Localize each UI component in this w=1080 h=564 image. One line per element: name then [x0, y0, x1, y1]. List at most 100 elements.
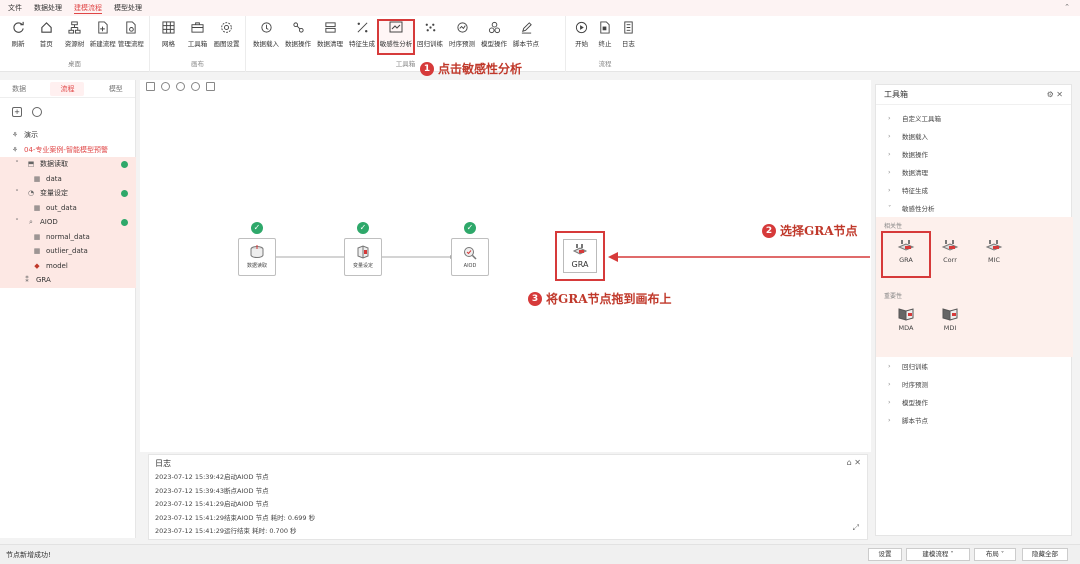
ribbon-group-title: 桌面: [68, 60, 81, 68]
data-operation-icon: [291, 20, 306, 35]
collapse-icon[interactable]: ⌃: [1064, 3, 1070, 11]
menu-data-processing[interactable]: 数据处理: [34, 3, 62, 13]
tree-root[interactable]: ⚘ 演示: [0, 128, 136, 143]
layout-dropdown[interactable]: 布局 ˅: [974, 548, 1016, 561]
start-button[interactable]: 开始: [570, 20, 593, 54]
toolbox-category-sensitivity[interactable]: ˅ 敏感性分析: [876, 199, 1071, 217]
toolbox-category-data-clean[interactable]: › 数据清理: [876, 163, 1071, 181]
toolbox-category-regression[interactable]: › 回归训练: [876, 357, 1073, 375]
tree-project[interactable]: ⚘ 04-专业案例-智能模型预警: [0, 143, 136, 158]
chevron-down-icon: ˅: [15, 160, 19, 169]
tab-flow[interactable]: 流程: [50, 81, 85, 96]
pen-icon: [519, 20, 534, 35]
stop-button[interactable]: 终止: [593, 20, 616, 54]
toolbox-category-feature-generation[interactable]: › 特征生成: [876, 181, 1071, 199]
chevron-right-icon: ›: [888, 150, 891, 158]
tool-gra[interactable]: GRA: [889, 239, 923, 264]
ribbon-group-desktop: 刷新 首页 资源树 新建流程 管理流程 桌面: [0, 16, 150, 72]
chevron-right-icon: ›: [888, 362, 891, 370]
grid-button[interactable]: 网格: [154, 20, 183, 54]
tree-node-variable-setting[interactable]: ˅ ◔ 变量设定: [0, 186, 136, 201]
node-gra[interactable]: GRA: [563, 239, 597, 273]
toolbox-button[interactable]: 工具箱: [183, 20, 212, 54]
tool-mdi[interactable]: MDI: [933, 307, 967, 332]
new-flow-button[interactable]: 新建流程: [89, 20, 117, 54]
status-ok-icon: ✓: [357, 222, 369, 234]
section-label-correlation: 相关性: [884, 223, 903, 230]
tree-node-gra[interactable]: ⁑ GRA: [0, 273, 136, 288]
tab-model[interactable]: 模型: [109, 84, 123, 94]
annotation-step3: 3 将GRA节点拖到画布上: [528, 290, 672, 307]
tree-output-model[interactable]: ◆ model: [0, 258, 136, 273]
flow-tree: ⚘ 演示 ⚘ 04-专业案例-智能模型预警 ˅ ⬒ 数据读取 ▦ data ˅ ◔ 变量设定 …: [0, 128, 136, 288]
tree-node-data-read[interactable]: ˅ ⬒ 数据读取: [0, 157, 136, 172]
script-node-button[interactable]: 脚本节点: [510, 20, 542, 54]
node-data-read[interactable]: 数据读取: [238, 238, 276, 276]
flow-canvas[interactable]: ✓ 数据读取 ✓ 变量设定 ✓ AIOD GRA: [140, 80, 871, 452]
toolbox-category-script[interactable]: › 脚本节点: [876, 411, 1073, 429]
clear-log-icon[interactable]: ⌂: [847, 458, 852, 467]
chevron-down-icon: ˅: [950, 550, 954, 558]
expand-icon[interactable]: ⤢: [853, 523, 859, 533]
tree-node-aiod[interactable]: ˅ ⌕ AIOD: [0, 215, 136, 230]
chevron-down-icon: ˅: [15, 218, 19, 227]
node-aiod[interactable]: AIOD: [451, 238, 489, 276]
data-clean-icon: [323, 20, 338, 35]
settings-icon[interactable]: [32, 107, 42, 117]
gra-icon: [897, 240, 915, 251]
node-gra-highlight[interactable]: GRA: [555, 231, 605, 281]
menu-modeling-flow[interactable]: 建模流程: [74, 3, 102, 14]
status-ok-icon: [121, 160, 128, 168]
drag-arrowhead: [608, 252, 618, 262]
tree-output-data[interactable]: ▦ data: [0, 171, 136, 186]
variable-icon: [357, 245, 369, 259]
tool-corr[interactable]: Corr: [933, 239, 967, 264]
close-icon[interactable]: ✕: [1056, 90, 1063, 99]
toolbox-category-time-series[interactable]: › 时序预测: [876, 375, 1073, 393]
regression-training-button[interactable]: 回归训练: [414, 20, 446, 54]
feature-generation-button[interactable]: 特征生成: [346, 20, 378, 54]
annotation-step2: 2 选择GRA节点: [762, 222, 858, 239]
data-load-button[interactable]: 数据载入: [250, 20, 282, 54]
gear-icon[interactable]: ⚙: [1047, 90, 1054, 99]
log-line: 2023-07-12 15:39:42启动AIOD 节点: [155, 473, 269, 481]
resource-tree-button[interactable]: 资源树: [60, 20, 88, 54]
home-button[interactable]: 首页: [32, 20, 60, 54]
refresh-button[interactable]: 刷新: [4, 20, 32, 54]
hide-all-button[interactable]: 隐藏全部: [1022, 548, 1068, 561]
tree-output-normal-data[interactable]: ▦ normal_data: [0, 229, 136, 244]
toolbox-category-data-operation[interactable]: › 数据操作: [876, 145, 1071, 163]
toolbox-icon: [190, 20, 205, 35]
drawing-settings-button[interactable]: 画图设置: [212, 20, 241, 54]
grid-icon: [161, 20, 176, 35]
log-panel: 日志 ⌂ ✕ 2023-07-12 15:39:42启动AIOD 节点 2023…: [148, 454, 868, 540]
mdi-icon: [942, 308, 958, 321]
tree-output-outlier-data[interactable]: ▦ outlier_data: [0, 244, 136, 259]
tree-output-out-data[interactable]: ▦ out_data: [0, 200, 136, 215]
log-actions: ⌂ ✕: [847, 458, 861, 468]
ribbon-group-canvas: 网格 工具箱 画图设置 画布: [150, 16, 246, 72]
toolbox-title: 工具箱: [884, 90, 908, 99]
chevron-down-icon: ˅: [15, 189, 19, 198]
time-series-forecast-button[interactable]: 时序预测: [446, 20, 478, 54]
tool-mda[interactable]: MDA: [889, 307, 923, 332]
data-operation-button[interactable]: 数据操作: [282, 20, 314, 54]
modeling-flow-dropdown[interactable]: 建模流程 ˅: [906, 548, 970, 561]
tool-mic[interactable]: MIC: [977, 239, 1011, 264]
add-icon[interactable]: +: [12, 107, 22, 117]
menu-model-processing[interactable]: 模型处理: [114, 3, 142, 13]
data-clean-button[interactable]: 数据清理: [314, 20, 346, 54]
log-button[interactable]: 日志: [617, 20, 640, 54]
toolbox-category-model-operation[interactable]: › 模型操作: [876, 393, 1073, 411]
settings-button[interactable]: 设置: [868, 548, 902, 561]
menu-file[interactable]: 文件: [8, 3, 22, 13]
close-icon[interactable]: ✕: [854, 458, 861, 467]
sensitivity-analysis-button[interactable]: 敏感性分析: [377, 19, 415, 55]
manage-flow-button[interactable]: 管理流程: [117, 20, 145, 54]
ribbon-group-flow: 开始 终止 日志 流程: [566, 16, 644, 72]
toolbox-category-custom[interactable]: › 自定义工具箱: [876, 109, 1071, 127]
node-variable-setting[interactable]: 变量设定: [344, 238, 382, 276]
model-operation-button[interactable]: 模型操作: [478, 20, 510, 54]
toolbox-category-data-load[interactable]: › 数据载入: [876, 127, 1071, 145]
tab-data[interactable]: 数据: [12, 84, 26, 94]
